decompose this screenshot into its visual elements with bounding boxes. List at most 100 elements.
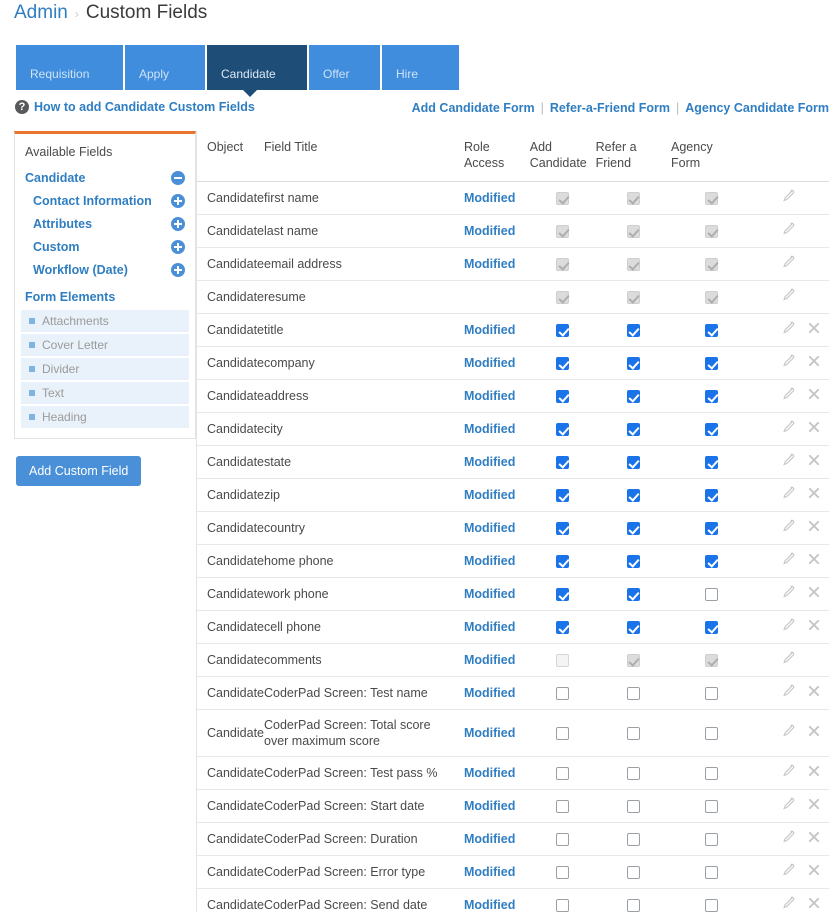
add-candidate-checkbox[interactable]	[556, 357, 569, 370]
add-candidate-checkbox[interactable]	[556, 423, 569, 436]
agency-form-checkbox[interactable]	[705, 687, 718, 700]
add-candidate-checkbox[interactable]	[556, 621, 569, 634]
delete-x-icon[interactable]	[807, 896, 821, 910]
drag-handle-icon[interactable]	[29, 318, 35, 324]
role-access-modified-link[interactable]: Modified	[464, 686, 515, 700]
edit-pencil-icon[interactable]	[781, 863, 795, 877]
refer-a-friend-checkbox[interactable]	[627, 588, 640, 601]
form-element-attachments[interactable]: Attachments	[21, 310, 189, 332]
edit-pencil-icon[interactable]	[781, 651, 795, 665]
add-candidate-checkbox[interactable]	[556, 588, 569, 601]
edit-pencil-icon[interactable]	[781, 585, 795, 599]
agency-form-checkbox[interactable]	[705, 489, 718, 502]
delete-x-icon[interactable]	[807, 387, 821, 401]
add-candidate-checkbox[interactable]	[556, 324, 569, 337]
edit-pencil-icon[interactable]	[781, 288, 795, 302]
role-access-modified-link[interactable]: Modified	[464, 191, 515, 205]
edit-pencil-icon[interactable]	[781, 618, 795, 632]
sidebar-group-contact-information[interactable]: Contact Information	[15, 189, 195, 212]
refer-a-friend-checkbox[interactable]	[627, 800, 640, 813]
role-access-modified-link[interactable]: Modified	[464, 799, 515, 813]
delete-x-icon[interactable]	[807, 585, 821, 599]
delete-x-icon[interactable]	[807, 863, 821, 877]
delete-x-icon[interactable]	[807, 486, 821, 500]
role-access-modified-link[interactable]: Modified	[464, 653, 515, 667]
role-access-modified-link[interactable]: Modified	[464, 587, 515, 601]
form-element-cover-letter[interactable]: Cover Letter	[21, 334, 189, 356]
delete-x-icon[interactable]	[807, 764, 821, 778]
tab-apply[interactable]: Apply	[125, 45, 205, 90]
form-element-heading[interactable]: Heading	[21, 406, 189, 428]
minus-circle-icon[interactable]	[171, 171, 185, 185]
add-candidate-checkbox[interactable]	[556, 727, 569, 740]
add-candidate-checkbox[interactable]	[556, 555, 569, 568]
delete-x-icon[interactable]	[807, 420, 821, 434]
add-candidate-checkbox[interactable]	[556, 390, 569, 403]
delete-x-icon[interactable]	[807, 684, 821, 698]
add-candidate-checkbox[interactable]	[556, 489, 569, 502]
sidebar-group-attributes[interactable]: Attributes	[15, 212, 195, 235]
edit-pencil-icon[interactable]	[781, 354, 795, 368]
agency-form-checkbox[interactable]	[705, 588, 718, 601]
plus-circle-icon[interactable]	[171, 263, 185, 277]
drag-handle-icon[interactable]	[29, 390, 35, 396]
agency-form-checkbox[interactable]	[705, 767, 718, 780]
role-access-modified-link[interactable]: Modified	[464, 554, 515, 568]
edit-pencil-icon[interactable]	[781, 453, 795, 467]
tab-hire[interactable]: Hire	[382, 45, 459, 90]
refer-a-friend-checkbox[interactable]	[627, 555, 640, 568]
add-candidate-checkbox[interactable]	[556, 522, 569, 535]
role-access-modified-link[interactable]: Modified	[464, 356, 515, 370]
refer-a-friend-checkbox[interactable]	[627, 522, 640, 535]
delete-x-icon[interactable]	[807, 797, 821, 811]
tab-offer[interactable]: Offer	[309, 45, 380, 90]
edit-pencil-icon[interactable]	[781, 486, 795, 500]
delete-x-icon[interactable]	[807, 321, 821, 335]
edit-pencil-icon[interactable]	[781, 189, 795, 203]
agency-form-checkbox[interactable]	[705, 324, 718, 337]
agency-form-checkbox[interactable]	[705, 522, 718, 535]
refer-a-friend-checkbox[interactable]	[627, 423, 640, 436]
edit-pencil-icon[interactable]	[781, 830, 795, 844]
delete-x-icon[interactable]	[807, 552, 821, 566]
add-candidate-form-link[interactable]: Add Candidate Form	[412, 101, 535, 115]
refer-a-friend-checkbox[interactable]	[627, 767, 640, 780]
refer-a-friend-checkbox[interactable]	[627, 621, 640, 634]
refer-a-friend-checkbox[interactable]	[627, 489, 640, 502]
edit-pencil-icon[interactable]	[781, 321, 795, 335]
role-access-modified-link[interactable]: Modified	[464, 521, 515, 535]
sidebar-group-candidate[interactable]: Candidate	[15, 166, 195, 189]
add-candidate-checkbox[interactable]	[556, 866, 569, 879]
role-access-modified-link[interactable]: Modified	[464, 389, 515, 403]
role-access-modified-link[interactable]: Modified	[464, 898, 515, 912]
refer-a-friend-checkbox[interactable]	[627, 727, 640, 740]
refer-a-friend-checkbox[interactable]	[627, 833, 640, 846]
agency-form-checkbox[interactable]	[705, 727, 718, 740]
role-access-modified-link[interactable]: Modified	[464, 422, 515, 436]
sidebar-group-workflow-date[interactable]: Workflow (Date)	[15, 258, 195, 281]
agency-form-checkbox[interactable]	[705, 423, 718, 436]
edit-pencil-icon[interactable]	[781, 519, 795, 533]
role-access-modified-link[interactable]: Modified	[464, 224, 515, 238]
add-candidate-checkbox[interactable]	[556, 767, 569, 780]
add-candidate-checkbox[interactable]	[556, 456, 569, 469]
edit-pencil-icon[interactable]	[781, 255, 795, 269]
role-access-modified-link[interactable]: Modified	[464, 620, 515, 634]
agency-form-checkbox[interactable]	[705, 621, 718, 634]
refer-a-friend-checkbox[interactable]	[627, 390, 640, 403]
add-candidate-checkbox[interactable]	[556, 899, 569, 912]
agency-form-checkbox[interactable]	[705, 357, 718, 370]
add-custom-field-button[interactable]: Add Custom Field	[16, 456, 141, 486]
plus-circle-icon[interactable]	[171, 240, 185, 254]
agency-form-checkbox[interactable]	[705, 866, 718, 879]
sidebar-group-custom[interactable]: Custom	[15, 235, 195, 258]
add-candidate-checkbox[interactable]	[556, 833, 569, 846]
edit-pencil-icon[interactable]	[781, 222, 795, 236]
delete-x-icon[interactable]	[807, 830, 821, 844]
form-element-text[interactable]: Text	[21, 382, 189, 404]
breadcrumb-admin-link[interactable]: Admin	[14, 2, 68, 24]
refer-a-friend-checkbox[interactable]	[627, 687, 640, 700]
refer-a-friend-checkbox[interactable]	[627, 456, 640, 469]
edit-pencil-icon[interactable]	[781, 764, 795, 778]
refer-a-friend-checkbox[interactable]	[627, 324, 640, 337]
